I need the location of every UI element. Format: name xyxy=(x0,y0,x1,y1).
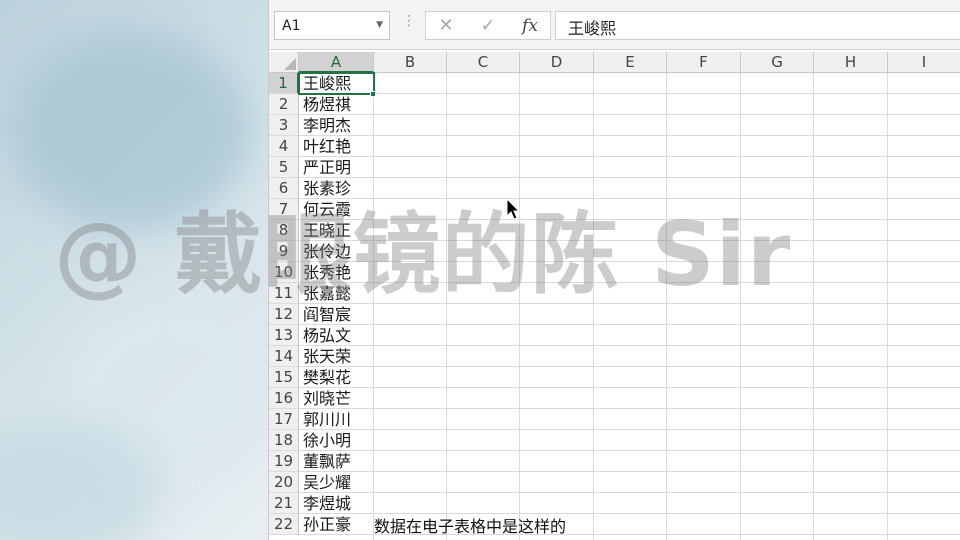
cell-a14[interactable]: 张天荣 xyxy=(299,346,374,367)
formula-bar: A1 ▼ ⋮ ✕ ✓ fx 王峻熙 xyxy=(269,0,960,50)
column-header-b[interactable]: B xyxy=(374,52,447,73)
column-header-e[interactable]: E xyxy=(594,52,667,73)
cell-a21[interactable]: 李煜城 xyxy=(299,493,374,514)
row-header[interactable]: 5 xyxy=(269,157,299,178)
fill-handle[interactable] xyxy=(370,91,376,97)
row-header[interactable]: 20 xyxy=(269,472,299,493)
cell-a17[interactable]: 郭川川 xyxy=(299,409,374,430)
gridline-horizontal xyxy=(299,429,960,430)
check-icon[interactable]: ✓ xyxy=(470,14,506,38)
row-header[interactable]: 21 xyxy=(269,493,299,514)
active-cell-border xyxy=(298,72,375,95)
cell-a2[interactable]: 杨煜祺 xyxy=(299,94,374,115)
column-header-i[interactable]: I xyxy=(888,52,960,73)
row-header[interactable]: 1 xyxy=(269,73,299,94)
gridline-horizontal xyxy=(299,366,960,367)
name-box[interactable]: A1 ▼ xyxy=(274,11,390,40)
gridline-horizontal xyxy=(299,198,960,199)
column-header-a[interactable]: A xyxy=(299,52,374,73)
cell-a5[interactable]: 严正明 xyxy=(299,157,374,178)
row-header[interactable]: 13 xyxy=(269,325,299,346)
gridline-horizontal xyxy=(299,177,960,178)
vertical-dots-icon[interactable]: ⋮ xyxy=(402,14,416,28)
chevron-down-icon[interactable]: ▼ xyxy=(376,20,383,30)
row-header[interactable]: 4 xyxy=(269,136,299,157)
gridline-horizontal xyxy=(299,492,960,493)
name-box-value: A1 xyxy=(282,18,301,34)
gridline-horizontal xyxy=(299,471,960,472)
mouse-cursor-icon xyxy=(506,198,521,220)
cell-a19[interactable]: 董飘萨 xyxy=(299,451,374,472)
column-header-c[interactable]: C xyxy=(447,52,520,73)
cell-a6[interactable]: 张素珍 xyxy=(299,178,374,199)
row-header[interactable]: 19 xyxy=(269,451,299,472)
close-icon[interactable]: ✕ xyxy=(428,14,464,38)
cell-a15[interactable]: 樊梨花 xyxy=(299,367,374,388)
row-header[interactable]: 16 xyxy=(269,388,299,409)
row-header[interactable]: 18 xyxy=(269,430,299,451)
gridline-horizontal xyxy=(299,156,960,157)
row-header[interactable]: 15 xyxy=(269,367,299,388)
gridline-horizontal xyxy=(299,408,960,409)
cell-a13[interactable]: 杨弘文 xyxy=(299,325,374,346)
formula-input[interactable]: 王峻熙 xyxy=(555,11,960,40)
select-all-corner[interactable] xyxy=(269,52,299,73)
row-header[interactable]: 14 xyxy=(269,346,299,367)
gridline-horizontal xyxy=(299,114,960,115)
cell-a20[interactable]: 吴少耀 xyxy=(299,472,374,493)
cell-a22[interactable]: 孙正豪 xyxy=(299,514,374,535)
row-header[interactable]: 3 xyxy=(269,115,299,136)
gridline-horizontal xyxy=(299,387,960,388)
gridline-horizontal xyxy=(299,324,960,325)
row-header[interactable]: 22 xyxy=(269,514,299,535)
formula-content: 王峻熙 xyxy=(568,19,617,38)
cell-a4[interactable]: 叶红艳 xyxy=(299,136,374,157)
gridline-horizontal xyxy=(299,93,960,94)
gridline-horizontal xyxy=(299,345,960,346)
column-header-g[interactable]: G xyxy=(741,52,814,73)
row-header[interactable]: 2 xyxy=(269,94,299,115)
row-header[interactable]: 6 xyxy=(269,178,299,199)
fx-icon[interactable]: fx xyxy=(512,14,548,38)
column-header-h[interactable]: H xyxy=(814,52,888,73)
cell-a3[interactable]: 李明杰 xyxy=(299,115,374,136)
row-header[interactable]: 17 xyxy=(269,409,299,430)
cell-a18[interactable]: 徐小明 xyxy=(299,430,374,451)
cell-a16[interactable]: 刘晓芒 xyxy=(299,388,374,409)
column-header-f[interactable]: F xyxy=(667,52,741,73)
gridline-horizontal xyxy=(299,450,960,451)
watermark: @ 戴眼镜的陈 Sir xyxy=(54,203,792,306)
formula-buttons: ✕ ✓ fx xyxy=(425,11,551,40)
video-subtitle: 数据在电子表格中是这样的 xyxy=(374,517,567,536)
column-header-d[interactable]: D xyxy=(520,52,594,73)
gridline-horizontal xyxy=(299,135,960,136)
